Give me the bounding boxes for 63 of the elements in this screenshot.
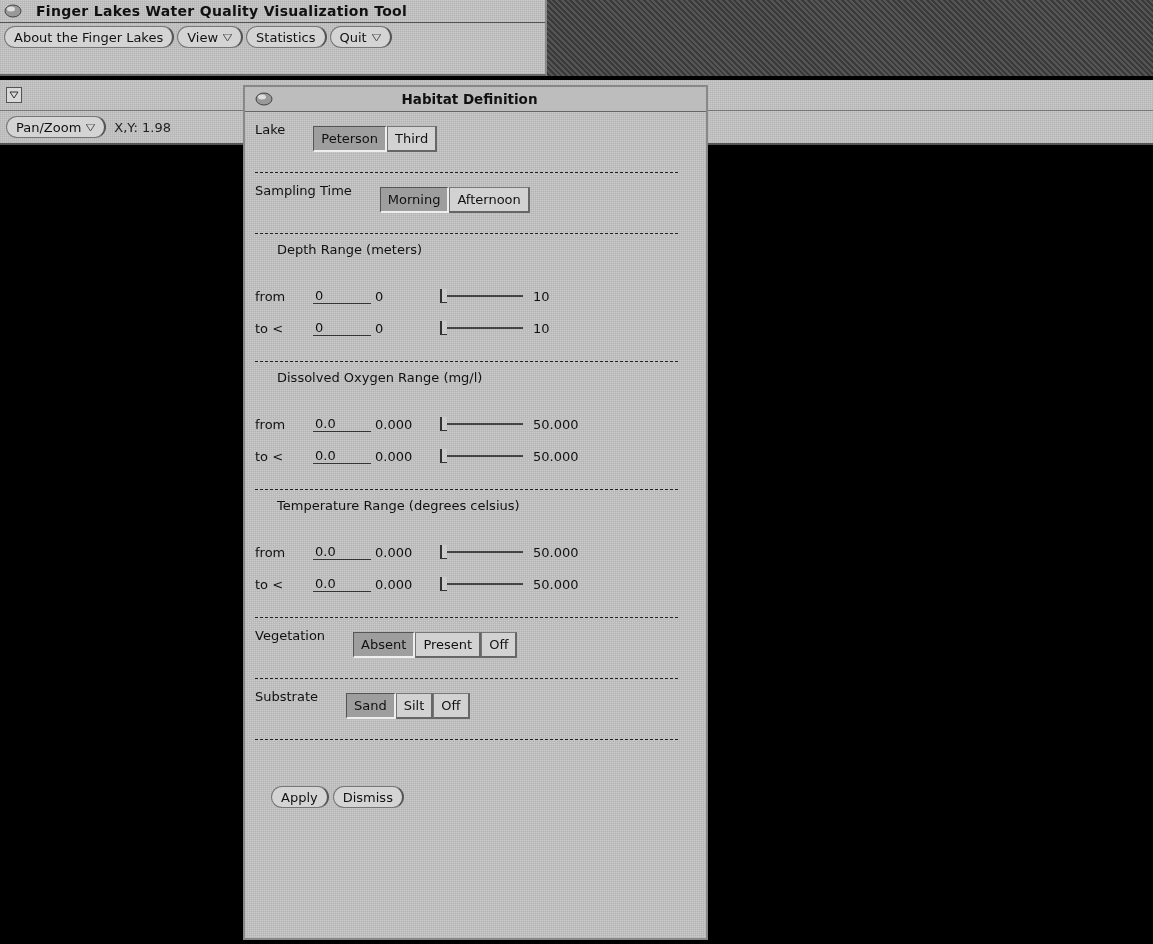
slider-min-label: 0: [375, 288, 385, 304]
menu-caret-icon: [223, 33, 233, 41]
window-menu-icon[interactable]: [255, 92, 273, 106]
slider-max-label: 50.000: [533, 416, 580, 432]
range-heading: Temperature Range (degrees celsius): [276, 498, 521, 513]
window-menu-icon[interactable]: [4, 4, 22, 18]
menu-bar-button[interactable]: Statistics: [246, 26, 327, 48]
choice-label: Lake: [255, 122, 286, 137]
slider-max-label: 50.000: [533, 544, 580, 560]
choice-option[interactable]: Peterson: [313, 126, 388, 152]
slider-max-label: 50.000: [533, 448, 580, 464]
range-row-label: from: [255, 288, 287, 304]
menu-button[interactable]: Pan/Zoom: [6, 116, 107, 138]
menu-caret-icon: [86, 123, 96, 131]
slider-max-label: 10: [533, 288, 551, 304]
slider-max-label: 50.000: [533, 576, 580, 592]
choice-option[interactable]: Absent: [353, 632, 416, 658]
slider-min-label: 0.000: [375, 576, 414, 592]
range-heading: Depth Range (meters): [276, 242, 424, 257]
range-heading: Dissolved Oxygen Range (mg/l): [276, 370, 484, 385]
choice-option[interactable]: Afternoon: [449, 187, 530, 213]
slider[interactable]: [443, 577, 523, 591]
dialog-button[interactable]: Apply: [271, 786, 329, 808]
coordinates-readout: X,Y: 1.98: [114, 119, 172, 135]
value-field[interactable]: 0.0: [313, 416, 371, 432]
slider-min-label: 0.000: [375, 544, 414, 560]
slider-min-label: 0: [375, 320, 385, 336]
window-title: Finger Lakes Water Quality Visualization Tool: [36, 3, 408, 19]
choice-label: Vegetation: [255, 628, 326, 643]
menu-caret-icon: [371, 33, 381, 41]
slider-min-label: 0.000: [375, 448, 414, 464]
choice-option[interactable]: Third: [387, 126, 438, 152]
choice-label: Sampling Time: [255, 183, 352, 198]
choice-option[interactable]: Silt: [395, 693, 434, 719]
choice-option[interactable]: Off: [433, 693, 470, 719]
choice-option[interactable]: Present: [415, 632, 482, 658]
range-row-label: to <: [255, 320, 285, 336]
value-field[interactable]: 0.0: [313, 576, 371, 592]
choice-option[interactable]: Morning: [379, 187, 450, 213]
slider[interactable]: [443, 545, 523, 559]
window-menu-icon[interactable]: [6, 87, 22, 103]
value-field[interactable]: 0.0: [313, 448, 371, 464]
value-field[interactable]: 0: [313, 320, 371, 336]
slider[interactable]: [443, 417, 523, 431]
slider[interactable]: [443, 289, 523, 303]
range-row-label: to <: [255, 448, 285, 464]
range-row-label: to <: [255, 576, 285, 592]
range-row-label: from: [255, 416, 287, 432]
value-field[interactable]: 0: [313, 288, 371, 304]
range-row-label: from: [255, 544, 287, 560]
menu-button[interactable]: View: [177, 26, 244, 48]
slider-max-label: 10: [533, 320, 551, 336]
value-field[interactable]: 0.0: [313, 544, 371, 560]
menu-button[interactable]: Quit: [329, 26, 392, 48]
slider[interactable]: [443, 321, 523, 335]
dialog-button[interactable]: Dismiss: [332, 786, 404, 808]
menu-bar-button[interactable]: About the Finger Lakes: [4, 26, 175, 48]
choice-option[interactable]: Sand: [346, 693, 396, 719]
choice-option[interactable]: Off: [481, 632, 518, 658]
slider[interactable]: [443, 449, 523, 463]
dialog-title: Habitat Definition: [400, 91, 539, 107]
choice-label: Substrate: [255, 689, 319, 704]
slider-min-label: 0.000: [375, 416, 414, 432]
